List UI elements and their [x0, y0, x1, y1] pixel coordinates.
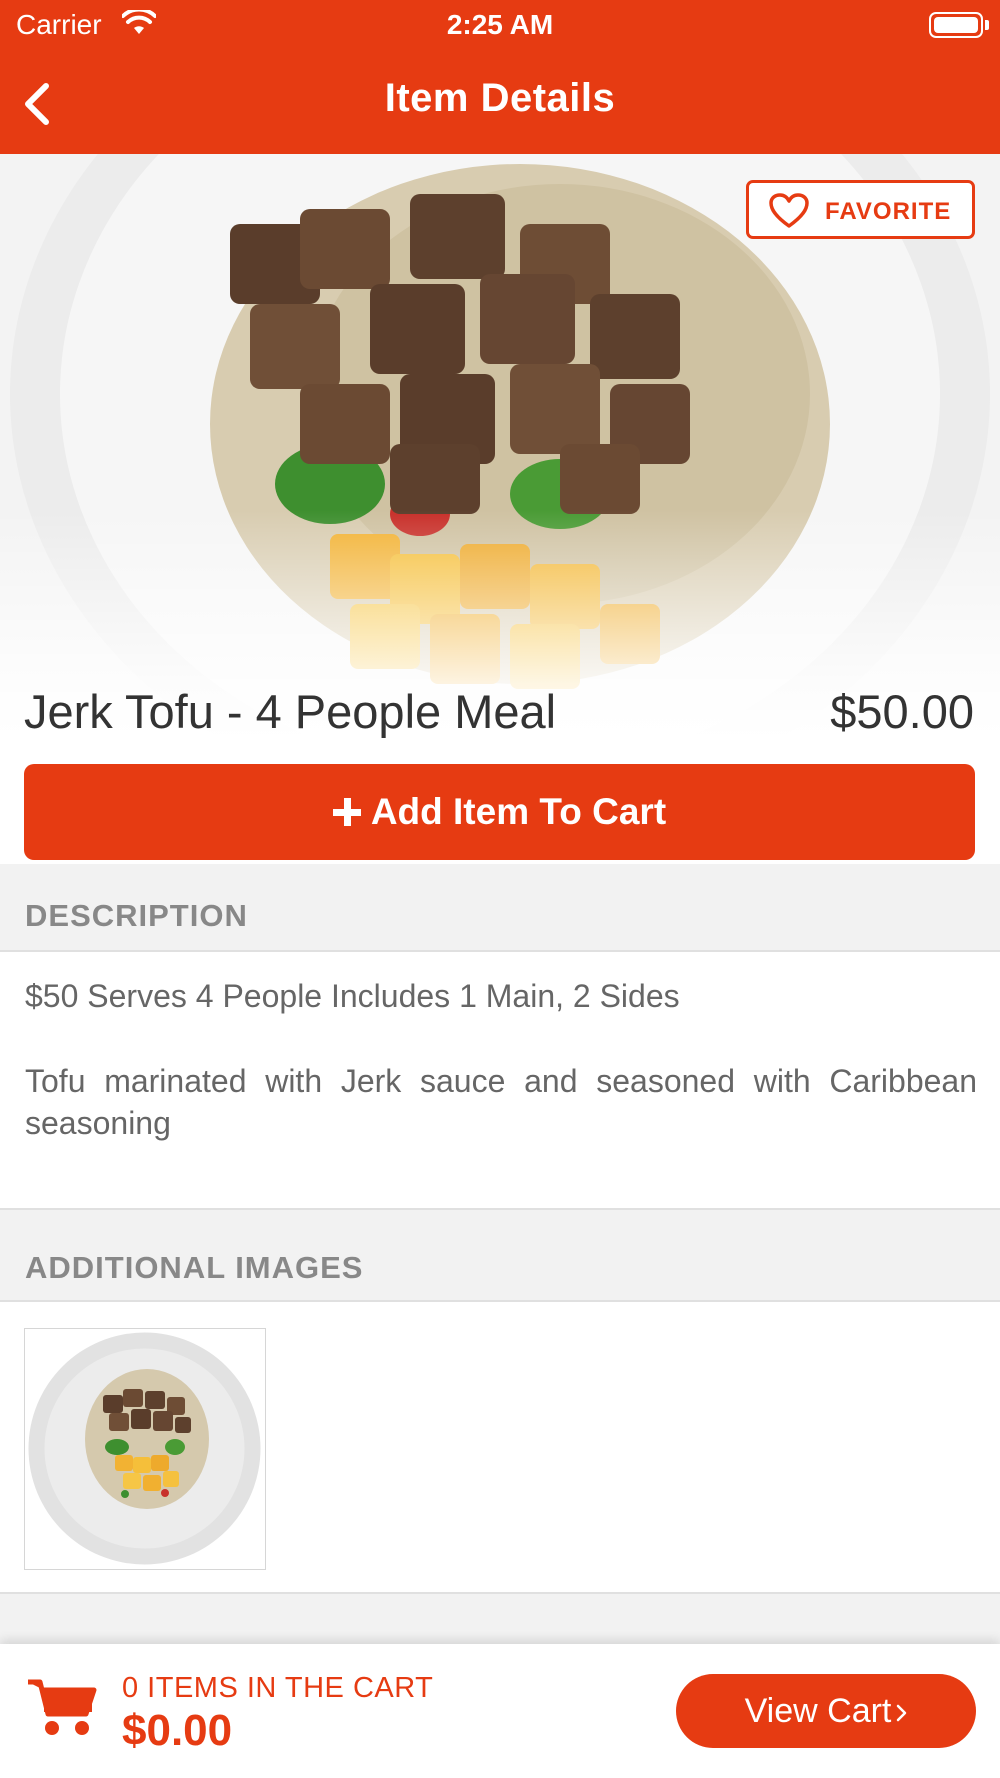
nav-bar: Item Details	[0, 50, 1000, 154]
description-title: DESCRIPTION	[25, 898, 248, 933]
description-line-2: Tofu marinated with Jerk sauce and seaso…	[25, 1063, 977, 1141]
view-cart-button[interactable]: View Cart	[676, 1674, 976, 1748]
plus-icon	[332, 798, 361, 826]
battery-icon	[929, 12, 983, 38]
view-cart-label: View Cart	[744, 1692, 892, 1730]
status-bar: Carrier 2:25 AM	[0, 0, 1000, 50]
battery-tip	[985, 20, 989, 30]
content-spacer	[0, 1594, 1000, 1644]
favorite-button[interactable]: FAVORITE	[746, 180, 975, 239]
cart-summary-bar: 0 ITEMS IN THE CART $0.00 View Cart	[0, 1644, 1000, 1778]
heart-outline-icon	[769, 193, 809, 228]
add-item-to-cart-button[interactable]: Add Item To Cart	[24, 764, 975, 860]
chevron-right-icon	[897, 1704, 907, 1722]
cart-item-count: 0 ITEMS IN THE CART	[122, 1672, 434, 1704]
thumbnail-food-photo	[28, 1332, 261, 1565]
page-title: Item Details	[384, 76, 616, 120]
item-name: Jerk Tofu - 4 People Meal	[24, 685, 557, 738]
favorite-label: FAVORITE	[825, 198, 952, 225]
additional-image-thumbnail[interactable]	[24, 1328, 266, 1570]
add-item-to-cart-label: Add Item To Cart	[370, 791, 667, 832]
shopping-cart-icon	[28, 1679, 97, 1735]
description-line-1: $50 Serves 4 People Includes 1 Main, 2 S…	[25, 978, 680, 1014]
description-section-header: DESCRIPTION	[0, 864, 1000, 952]
status-time: 2:25 AM	[446, 9, 554, 40]
additional-images-section-header: ADDITIONAL IMAGES	[0, 1210, 1000, 1302]
description-body: $50 Serves 4 People Includes 1 Main, 2 S…	[0, 952, 1000, 1210]
cart-total: $0.00	[122, 1706, 233, 1755]
item-hero-image	[0, 154, 1000, 740]
additional-images-body	[0, 1302, 1000, 1594]
additional-images-title: ADDITIONAL IMAGES	[25, 1250, 364, 1285]
item-price: $50.00	[830, 685, 974, 738]
